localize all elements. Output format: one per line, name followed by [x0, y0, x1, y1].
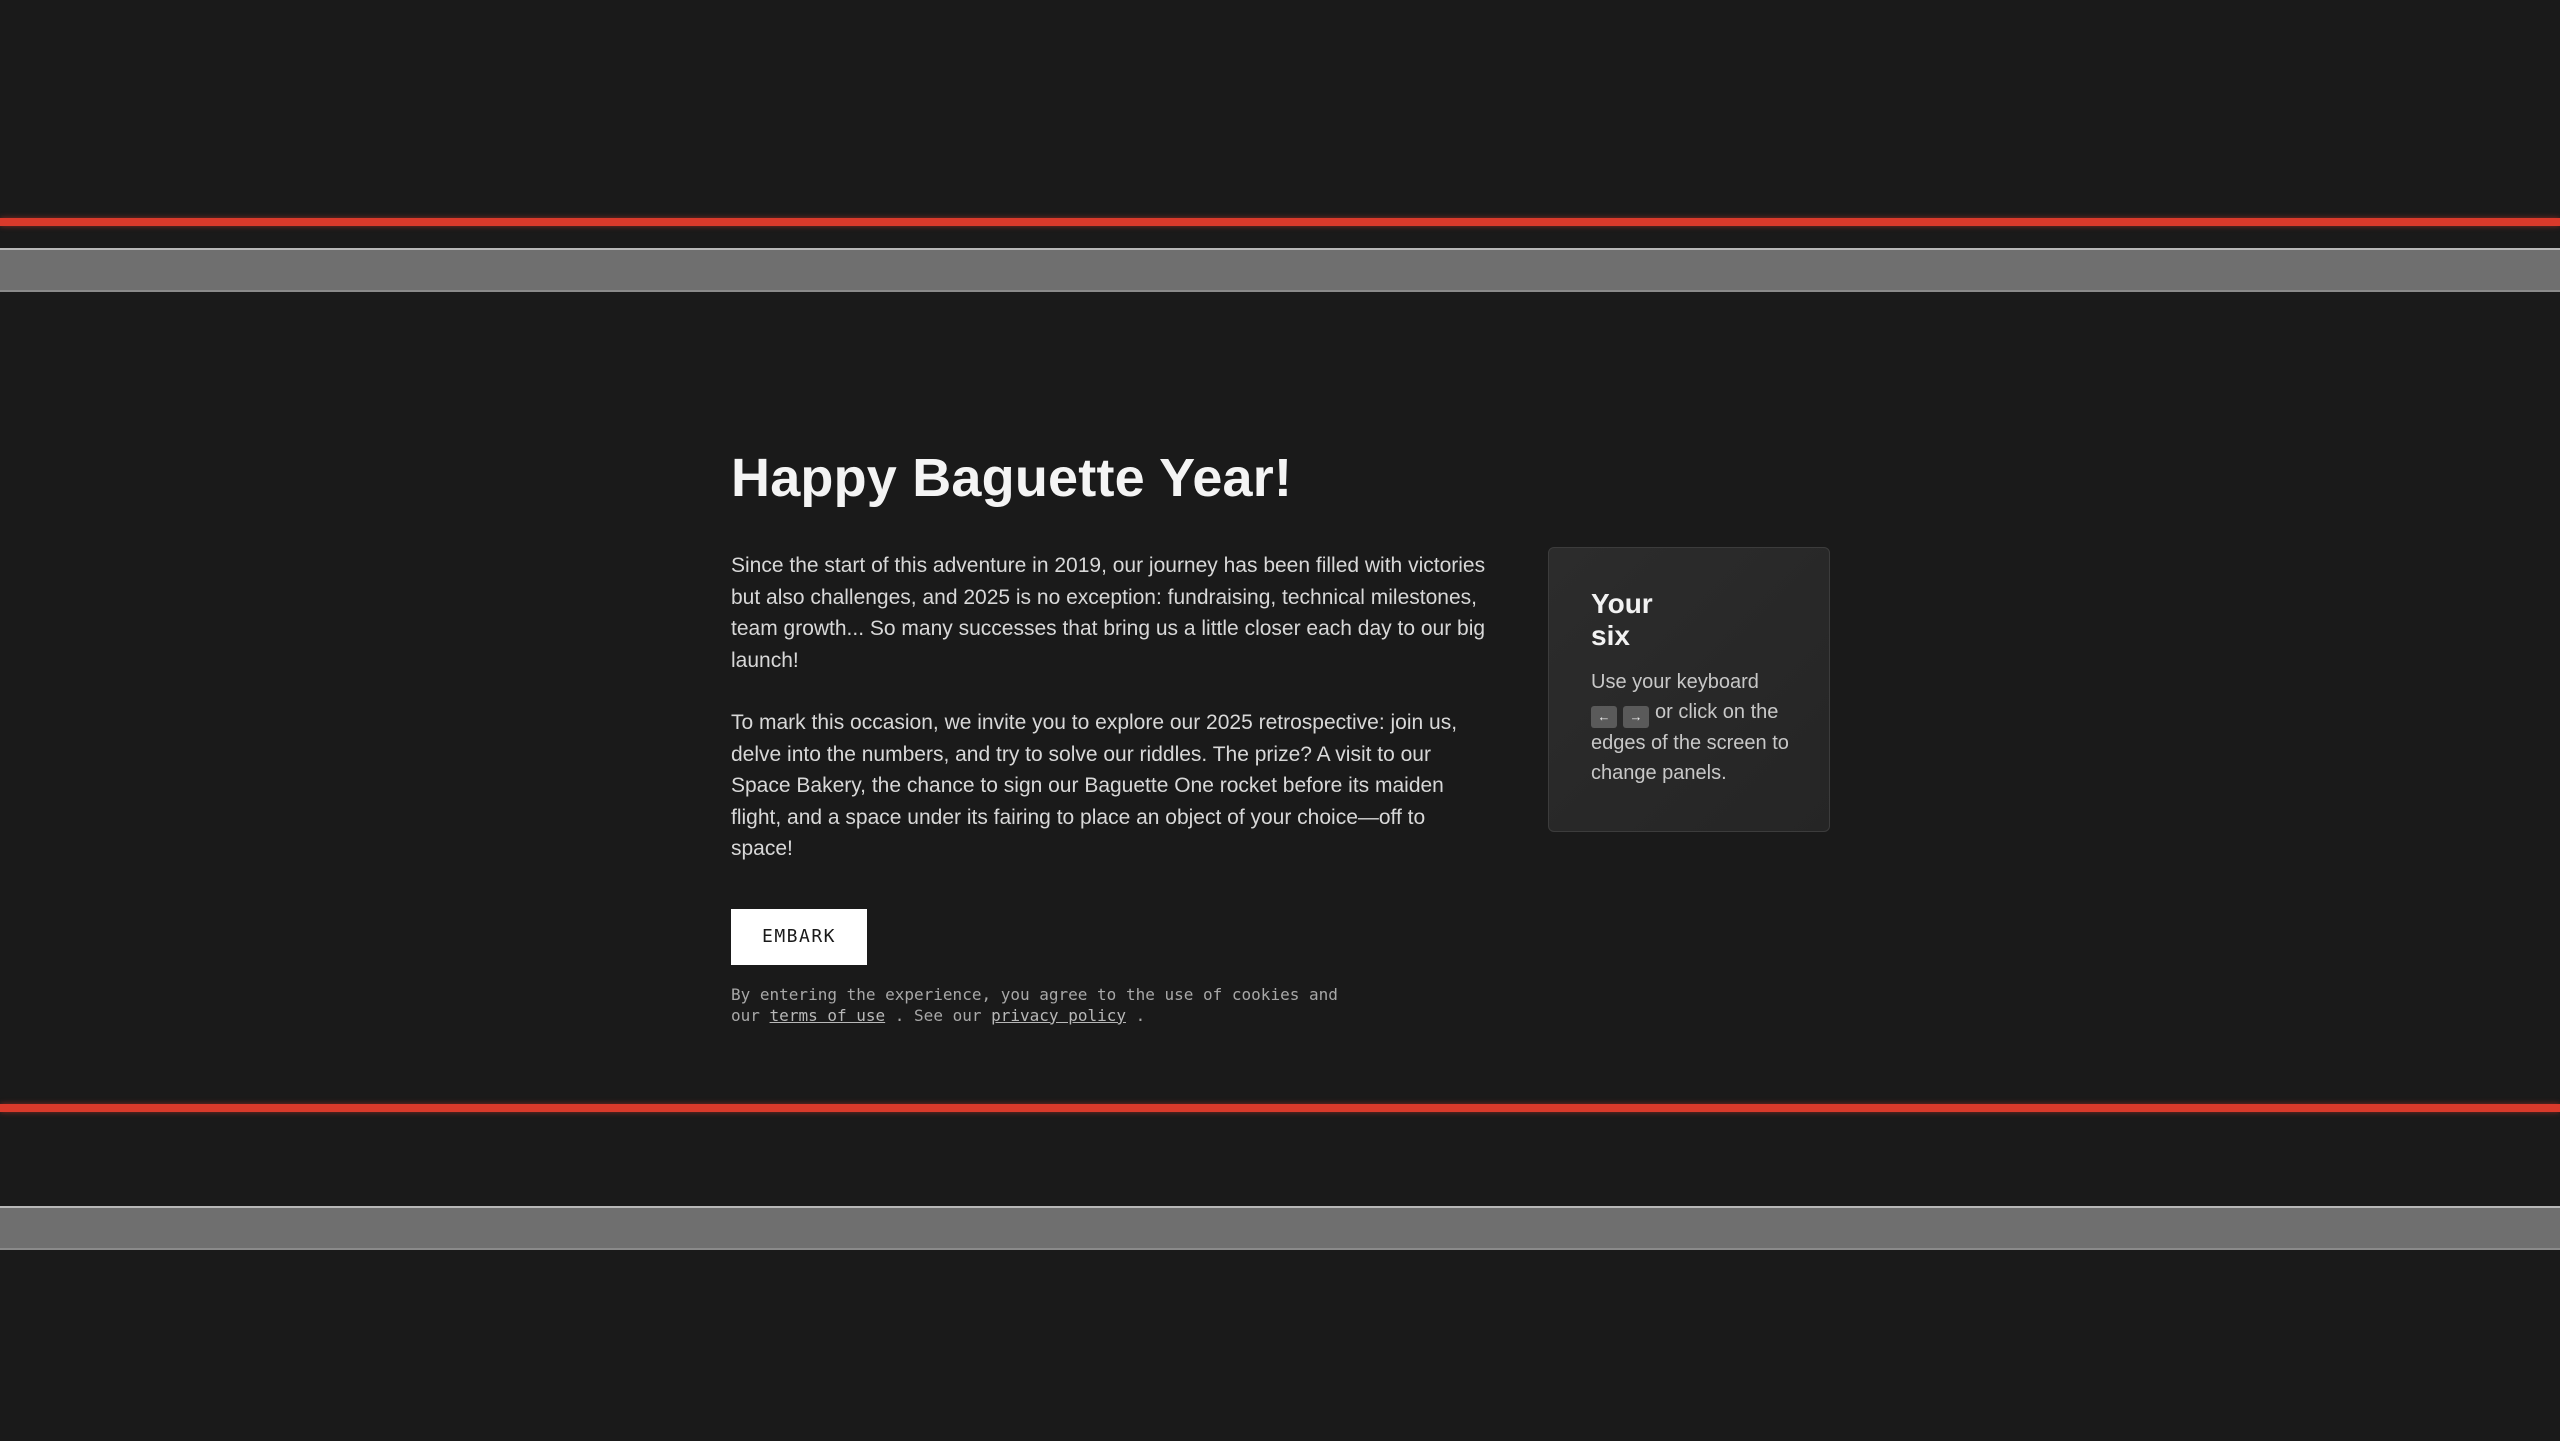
intro-paragraph-1: Since the start of this adventure in 201… — [731, 554, 1486, 672]
bottom-grey-stripe — [0, 1206, 2560, 1250]
navigation-help-card: Your six Use your keyboard ← → or click on… — [1548, 547, 1830, 832]
left-arrow-key-icon: ← — [1591, 706, 1617, 728]
help-card-text: Use your keyboard ← → or click on the edge… — [1591, 667, 1789, 788]
page-title: Happy Baguette Year! — [731, 448, 1293, 508]
intro-paragraph-2: To mark this occasion, we invite you to … — [731, 711, 1458, 860]
bottom-red-stripe — [0, 1104, 2560, 1112]
right-arrow-key-icon: → — [1623, 706, 1649, 728]
privacy-policy-link[interactable]: privacy policy — [991, 1006, 1126, 1025]
terms-of-use-link[interactable]: terms of use — [770, 1006, 886, 1025]
intro-panel: Happy Baguette Year! Since the start of … — [731, 440, 1491, 1026]
legal-middle: . See our — [894, 1005, 982, 1025]
top-grey-stripe — [0, 248, 2560, 292]
help-card-title: Your six — [1591, 588, 1653, 651]
legal-suffix: . — [1135, 1005, 1146, 1025]
legal-notice: By entering the experience, you agree to… — [731, 984, 1351, 1026]
embark-button[interactable]: EMBARK — [731, 908, 867, 965]
help-card-text-after: or click on the edges of the screen to c… — [1591, 701, 1789, 784]
top-red-stripe — [0, 218, 2560, 226]
page: Happy Baguette Year! Since the start of … — [0, 0, 2560, 1441]
help-card-text-before: Use your keyboard — [1591, 671, 1759, 693]
